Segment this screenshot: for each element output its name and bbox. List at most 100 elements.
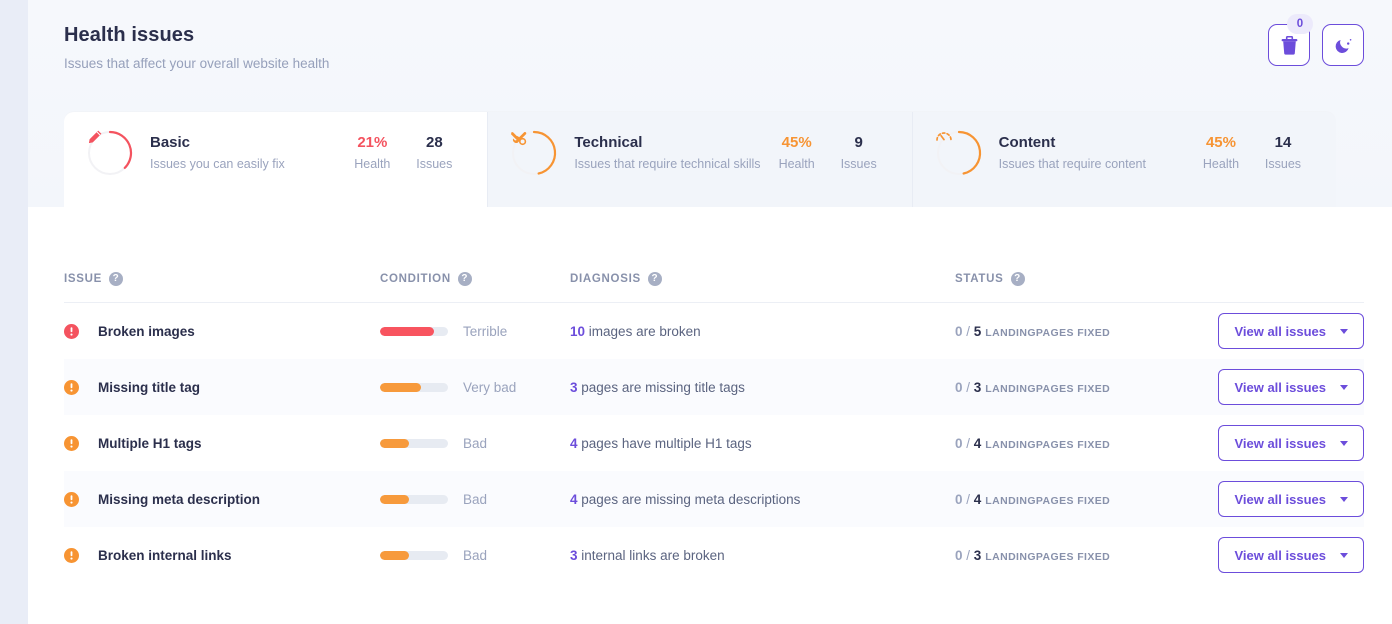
column-label-status: STATUS bbox=[955, 272, 1004, 285]
chevron-down-icon bbox=[1340, 384, 1348, 390]
view-all-issues-button[interactable]: View all issues bbox=[1218, 481, 1364, 517]
moon-icon bbox=[1334, 36, 1353, 55]
category-card-content[interactable]: Content Issues that require content 45% … bbox=[913, 112, 1336, 207]
issue-name: Broken internal links bbox=[98, 547, 232, 563]
row-actions: View all issues bbox=[1215, 425, 1364, 461]
table-row[interactable]: Broken internal links Bad 3 internal links… bbox=[64, 527, 1364, 583]
header-titles: Health issues Issues that affect your ov… bbox=[64, 24, 329, 71]
status-total: 4 bbox=[973, 435, 982, 451]
basic-health-stat: 21% Health bbox=[341, 134, 403, 171]
content-card-text: Content Issues that require content bbox=[999, 134, 1190, 171]
technical-issues-value: 9 bbox=[854, 134, 863, 151]
basic-card-text: Basic Issues you can easily fix bbox=[150, 134, 341, 171]
content-health-stat: 45% Health bbox=[1190, 134, 1252, 171]
table-row[interactable]: Multiple H1 tags Bad 4 pages have multiple… bbox=[64, 415, 1364, 471]
diagnosis-text: images are broken bbox=[588, 323, 701, 339]
content-card-desc: Issues that require content bbox=[998, 157, 1146, 171]
diagnosis-count: 4 bbox=[570, 491, 578, 507]
theme-toggle-button[interactable] bbox=[1322, 24, 1364, 66]
status-unit: LANDINGPAGES FIXED bbox=[985, 382, 1111, 395]
diagnosis-text: pages have multiple H1 tags bbox=[581, 435, 752, 451]
view-all-issues-button[interactable]: View all issues bbox=[1218, 369, 1364, 405]
view-all-issues-label: View all issues bbox=[1234, 323, 1326, 339]
trash-icon bbox=[1281, 35, 1298, 55]
column-header-diagnosis: DIAGNOSIS ? bbox=[570, 271, 955, 286]
page-subtitle: Issues that affect your overall website … bbox=[64, 56, 330, 71]
page-header: Health issues Issues that affect your ov… bbox=[64, 14, 1364, 71]
pencil-icon bbox=[86, 129, 134, 177]
category-card-basic[interactable]: Basic Issues you can easily fix 21% Heal… bbox=[64, 112, 489, 207]
condition-label: Bad bbox=[463, 435, 488, 451]
status-cell: 0 / 4 LANDINGPAGES FIXED bbox=[955, 435, 1111, 451]
status-total: 3 bbox=[973, 379, 982, 395]
chevron-down-icon bbox=[1340, 328, 1348, 334]
column-header-status: STATUS ? bbox=[955, 271, 1215, 286]
view-all-issues-button[interactable]: View all issues bbox=[1218, 537, 1364, 573]
issue-cell: Missing meta description bbox=[64, 491, 380, 507]
delete-button[interactable]: 0 bbox=[1268, 14, 1313, 66]
diagnosis-count: 3 bbox=[570, 547, 578, 563]
basic-card-desc: Issues you can easily fix bbox=[150, 157, 285, 171]
chevron-down-icon bbox=[1340, 440, 1348, 446]
condition-bar bbox=[380, 326, 448, 336]
tools-icon bbox=[510, 129, 558, 177]
row-actions: View all issues bbox=[1215, 481, 1364, 517]
condition-label: Very bad bbox=[463, 379, 517, 395]
category-card-technical[interactable]: Technical Issues that require technical … bbox=[488, 112, 913, 207]
content-issues-value: 14 bbox=[1274, 134, 1292, 151]
status-total: 5 bbox=[973, 323, 982, 339]
status-unit: LANDINGPAGES FIXED bbox=[985, 438, 1111, 451]
main-panel: Health issues Issues that affect your ov… bbox=[28, 0, 1392, 624]
left-gutter bbox=[0, 0, 28, 624]
column-label-issue: ISSUE bbox=[64, 272, 103, 285]
condition-bar bbox=[380, 382, 448, 392]
status-cell: 0 / 3 LANDINGPAGES FIXED bbox=[955, 379, 1111, 395]
column-label-diagnosis: DIAGNOSIS bbox=[570, 272, 641, 285]
column-header-issue: ISSUE ? bbox=[64, 271, 380, 286]
issue-cell: Broken images bbox=[64, 323, 380, 339]
status-cell: 0 / 4 LANDINGPAGES FIXED bbox=[955, 491, 1111, 507]
row-actions: View all issues bbox=[1215, 369, 1364, 405]
basic-health-value: 21% bbox=[357, 134, 388, 151]
content-health-value: 45% bbox=[1205, 134, 1236, 151]
help-icon-diagnosis[interactable]: ? bbox=[647, 271, 662, 286]
alert-icon bbox=[64, 379, 79, 395]
view-all-issues-label: View all issues bbox=[1234, 491, 1326, 507]
issue-cell: Missing title tag bbox=[64, 379, 380, 395]
status-cell: 0 / 5 LANDINGPAGES FIXED bbox=[955, 323, 1111, 339]
chevron-down-icon bbox=[1340, 496, 1348, 502]
table-body: Broken images Terrible 10 images are broke… bbox=[28, 303, 1392, 583]
basic-health-label: Health bbox=[354, 157, 391, 171]
issue-name: Missing meta description bbox=[98, 491, 261, 507]
column-header-condition: CONDITION ? bbox=[380, 271, 570, 286]
issue-name: Multiple H1 tags bbox=[98, 435, 202, 451]
view-all-issues-button[interactable]: View all issues bbox=[1218, 425, 1364, 461]
table-row[interactable]: Missing meta description Bad 4 pages are m… bbox=[28, 471, 1392, 527]
row-actions: View all issues bbox=[1215, 537, 1364, 573]
alert-icon bbox=[64, 323, 79, 339]
header-actions: 0 bbox=[1268, 14, 1364, 66]
diagnosis-cell: 3 pages are missing title tags bbox=[570, 380, 955, 395]
technical-health-dial bbox=[510, 129, 558, 177]
issues-table: ISSUE ? CONDITION ? DIAGNOSIS ? STATUS ?… bbox=[28, 255, 1392, 583]
view-all-issues-button[interactable]: View all issues bbox=[1218, 313, 1364, 349]
condition-cell: Very bad bbox=[380, 380, 570, 395]
page-title: Health issues bbox=[64, 24, 195, 46]
condition-bar bbox=[380, 550, 448, 560]
condition-cell: Terrible bbox=[380, 324, 570, 339]
table-row[interactable]: Broken images Terrible 10 images are broke… bbox=[64, 303, 1364, 359]
status-fixed: 0 bbox=[955, 491, 963, 507]
chevron-down-icon bbox=[1340, 552, 1348, 558]
help-icon-status[interactable]: ? bbox=[1010, 271, 1025, 286]
condition-label: Bad bbox=[463, 547, 488, 563]
status-cell: 0 / 3 LANDINGPAGES FIXED bbox=[955, 547, 1111, 563]
help-icon-condition[interactable]: ? bbox=[457, 271, 472, 286]
basic-issues-label: Issues bbox=[416, 157, 453, 171]
condition-cell: Bad bbox=[380, 436, 570, 451]
help-icon-issue[interactable]: ? bbox=[109, 271, 124, 286]
basic-issues-value: 28 bbox=[425, 134, 443, 151]
table-row[interactable]: Missing title tag Very bad 3 pages are mis… bbox=[28, 359, 1392, 415]
diagnosis-count: 3 bbox=[570, 379, 578, 395]
status-total: 3 bbox=[973, 547, 982, 563]
status-fixed: 0 bbox=[955, 379, 963, 395]
